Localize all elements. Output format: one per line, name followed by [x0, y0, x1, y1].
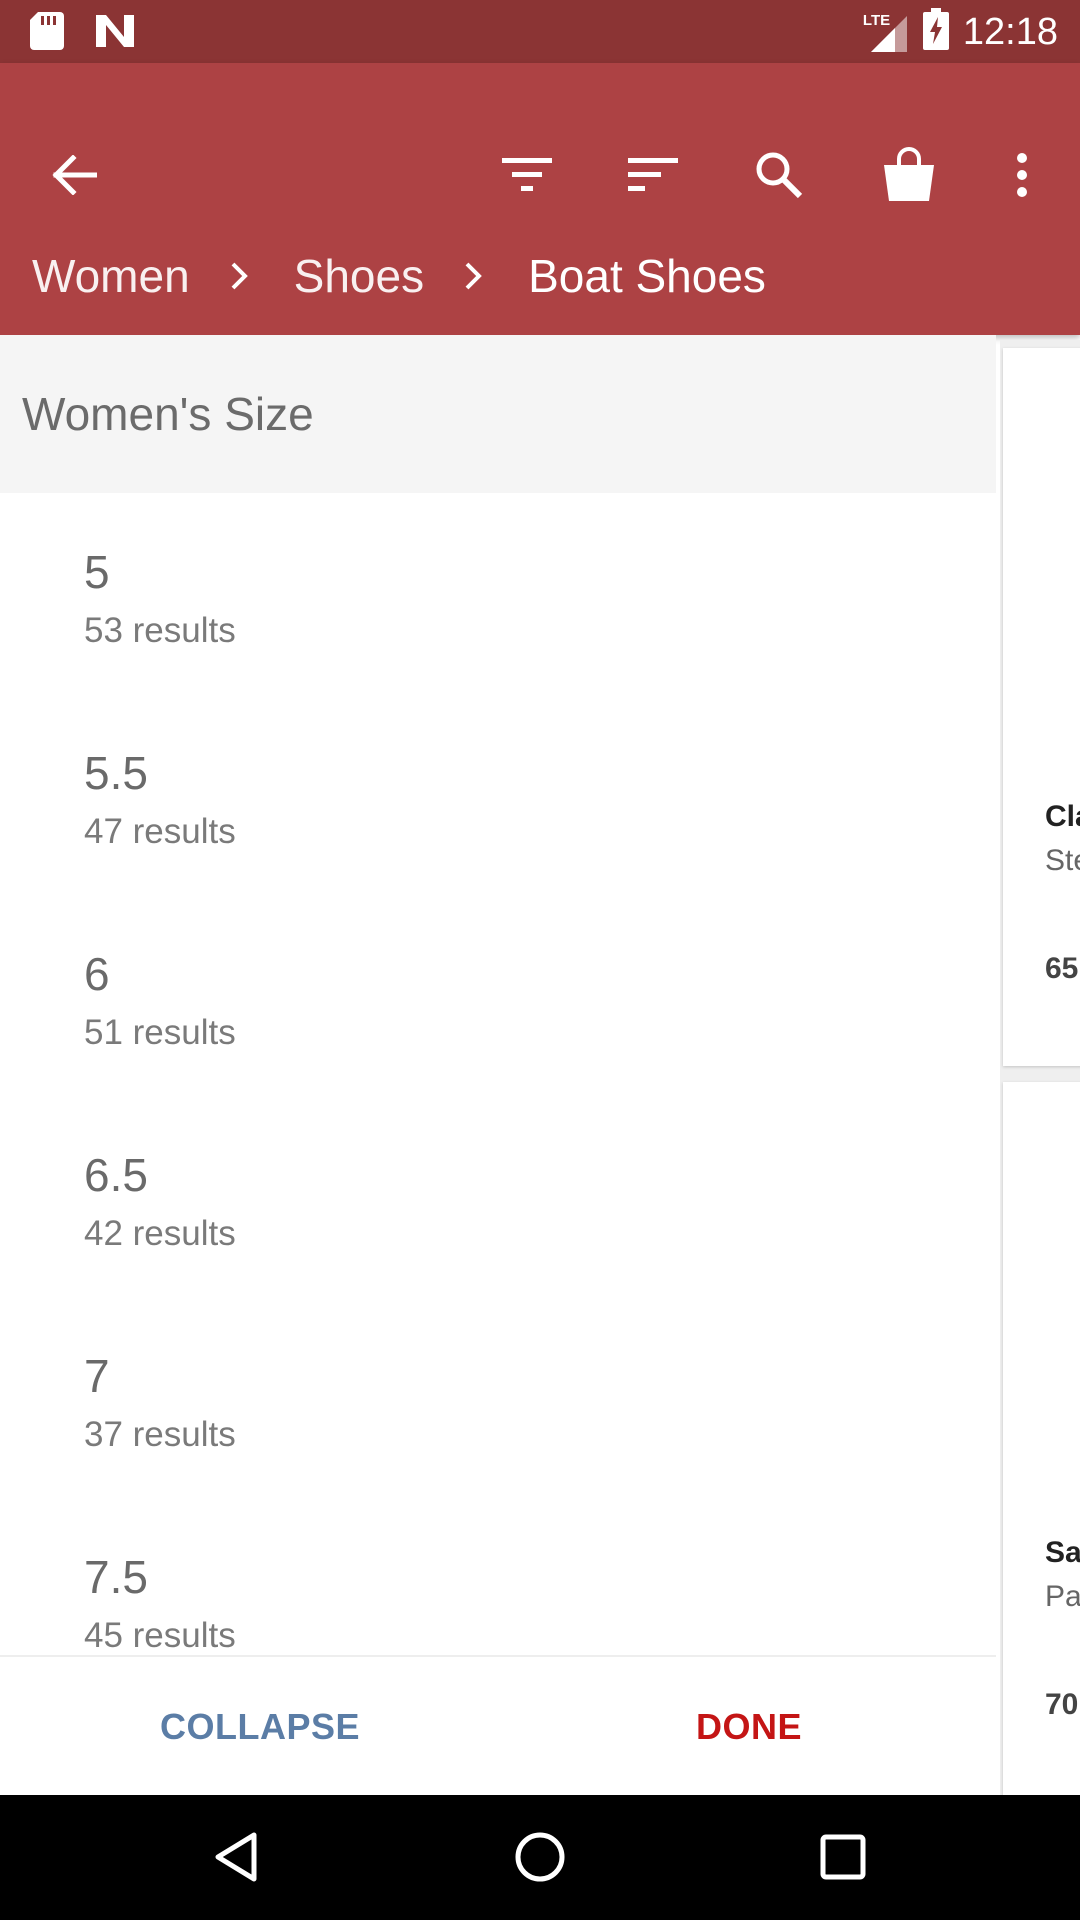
signal-icon: LTE: [861, 10, 909, 54]
app-bar: Women Shoes Boat Shoes: [0, 63, 1080, 335]
size-result-count: 45 results: [84, 1616, 236, 1655]
breadcrumb-women[interactable]: Women: [32, 249, 190, 303]
filter-icon[interactable]: [487, 135, 567, 215]
size-value: 6.5: [84, 1149, 148, 1201]
collapse-button[interactable]: COLLAPSE: [160, 1657, 360, 1797]
filter-title: Women's Size: [22, 388, 314, 440]
status-bar: LTE 12:18: [0, 0, 1080, 63]
size-value: 5: [84, 546, 110, 598]
product-grid: Cla Ste 65 Sa Pa 70: [1000, 340, 1080, 1802]
breadcrumb: Women Shoes Boat Shoes: [32, 241, 766, 311]
shopping-bag-icon[interactable]: [869, 135, 949, 215]
n-notification-icon: [94, 13, 136, 54]
product-title: Sa: [1045, 1536, 1080, 1569]
navigation-bar: [0, 1795, 1080, 1920]
size-option-7[interactable]: 7 37 results: [0, 1297, 996, 1498]
clock: 12:18: [962, 10, 1058, 53]
size-option-6-5[interactable]: 6.5 42 results: [0, 1096, 996, 1297]
size-option-6[interactable]: 6 51 results: [0, 895, 996, 1096]
battery-charging-icon: [922, 8, 949, 55]
breadcrumb-boat-shoes: Boat Shoes: [528, 250, 766, 302]
product-price: 65: [1045, 952, 1079, 985]
size-value: 7: [84, 1350, 110, 1402]
size-value: 5.5: [84, 747, 148, 799]
product-brand: Pa: [1045, 1580, 1080, 1613]
size-option-5-5[interactable]: 5.5 47 results: [0, 694, 996, 895]
chevron-right-icon: [230, 261, 248, 291]
size-result-count: 37 results: [84, 1415, 236, 1454]
sd-card-icon: [30, 12, 64, 55]
product-price: 70: [1045, 1688, 1079, 1721]
product-title: Cla: [1045, 800, 1080, 833]
size-result-count: 53 results: [84, 611, 236, 650]
size-value: 6: [84, 948, 110, 1000]
size-list: 5 53 results 5.5 47 results 6 51 results…: [0, 493, 996, 1663]
size-result-count: 51 results: [84, 1013, 236, 1052]
product-brand: Ste: [1045, 844, 1080, 877]
sort-icon[interactable]: [613, 135, 693, 215]
search-icon[interactable]: [739, 135, 819, 215]
size-option-5[interactable]: 5 53 results: [0, 493, 996, 694]
size-result-count: 42 results: [84, 1214, 236, 1253]
back-arrow-icon[interactable]: [34, 135, 114, 215]
size-value: 7.5: [84, 1551, 148, 1603]
product-card[interactable]: Cla Ste 65: [1003, 348, 1080, 1066]
nav-recents-icon[interactable]: [803, 1817, 883, 1897]
nav-back-icon[interactable]: [196, 1817, 276, 1897]
nav-home-icon[interactable]: [500, 1817, 580, 1897]
size-filter-panel: Women's Size 5 53 results 5.5 47 results…: [0, 335, 996, 1797]
more-vert-icon[interactable]: [982, 135, 1062, 215]
filter-footer: COLLAPSE DONE: [0, 1655, 996, 1797]
product-card[interactable]: Sa Pa 70: [1003, 1082, 1080, 1802]
size-option-7-5[interactable]: 7.5 45 results: [0, 1498, 996, 1663]
size-result-count: 47 results: [84, 812, 236, 851]
breadcrumb-shoes[interactable]: Shoes: [294, 249, 424, 303]
chevron-right-icon: [464, 261, 482, 291]
filter-header[interactable]: Women's Size: [0, 335, 996, 493]
done-button[interactable]: DONE: [696, 1657, 802, 1797]
